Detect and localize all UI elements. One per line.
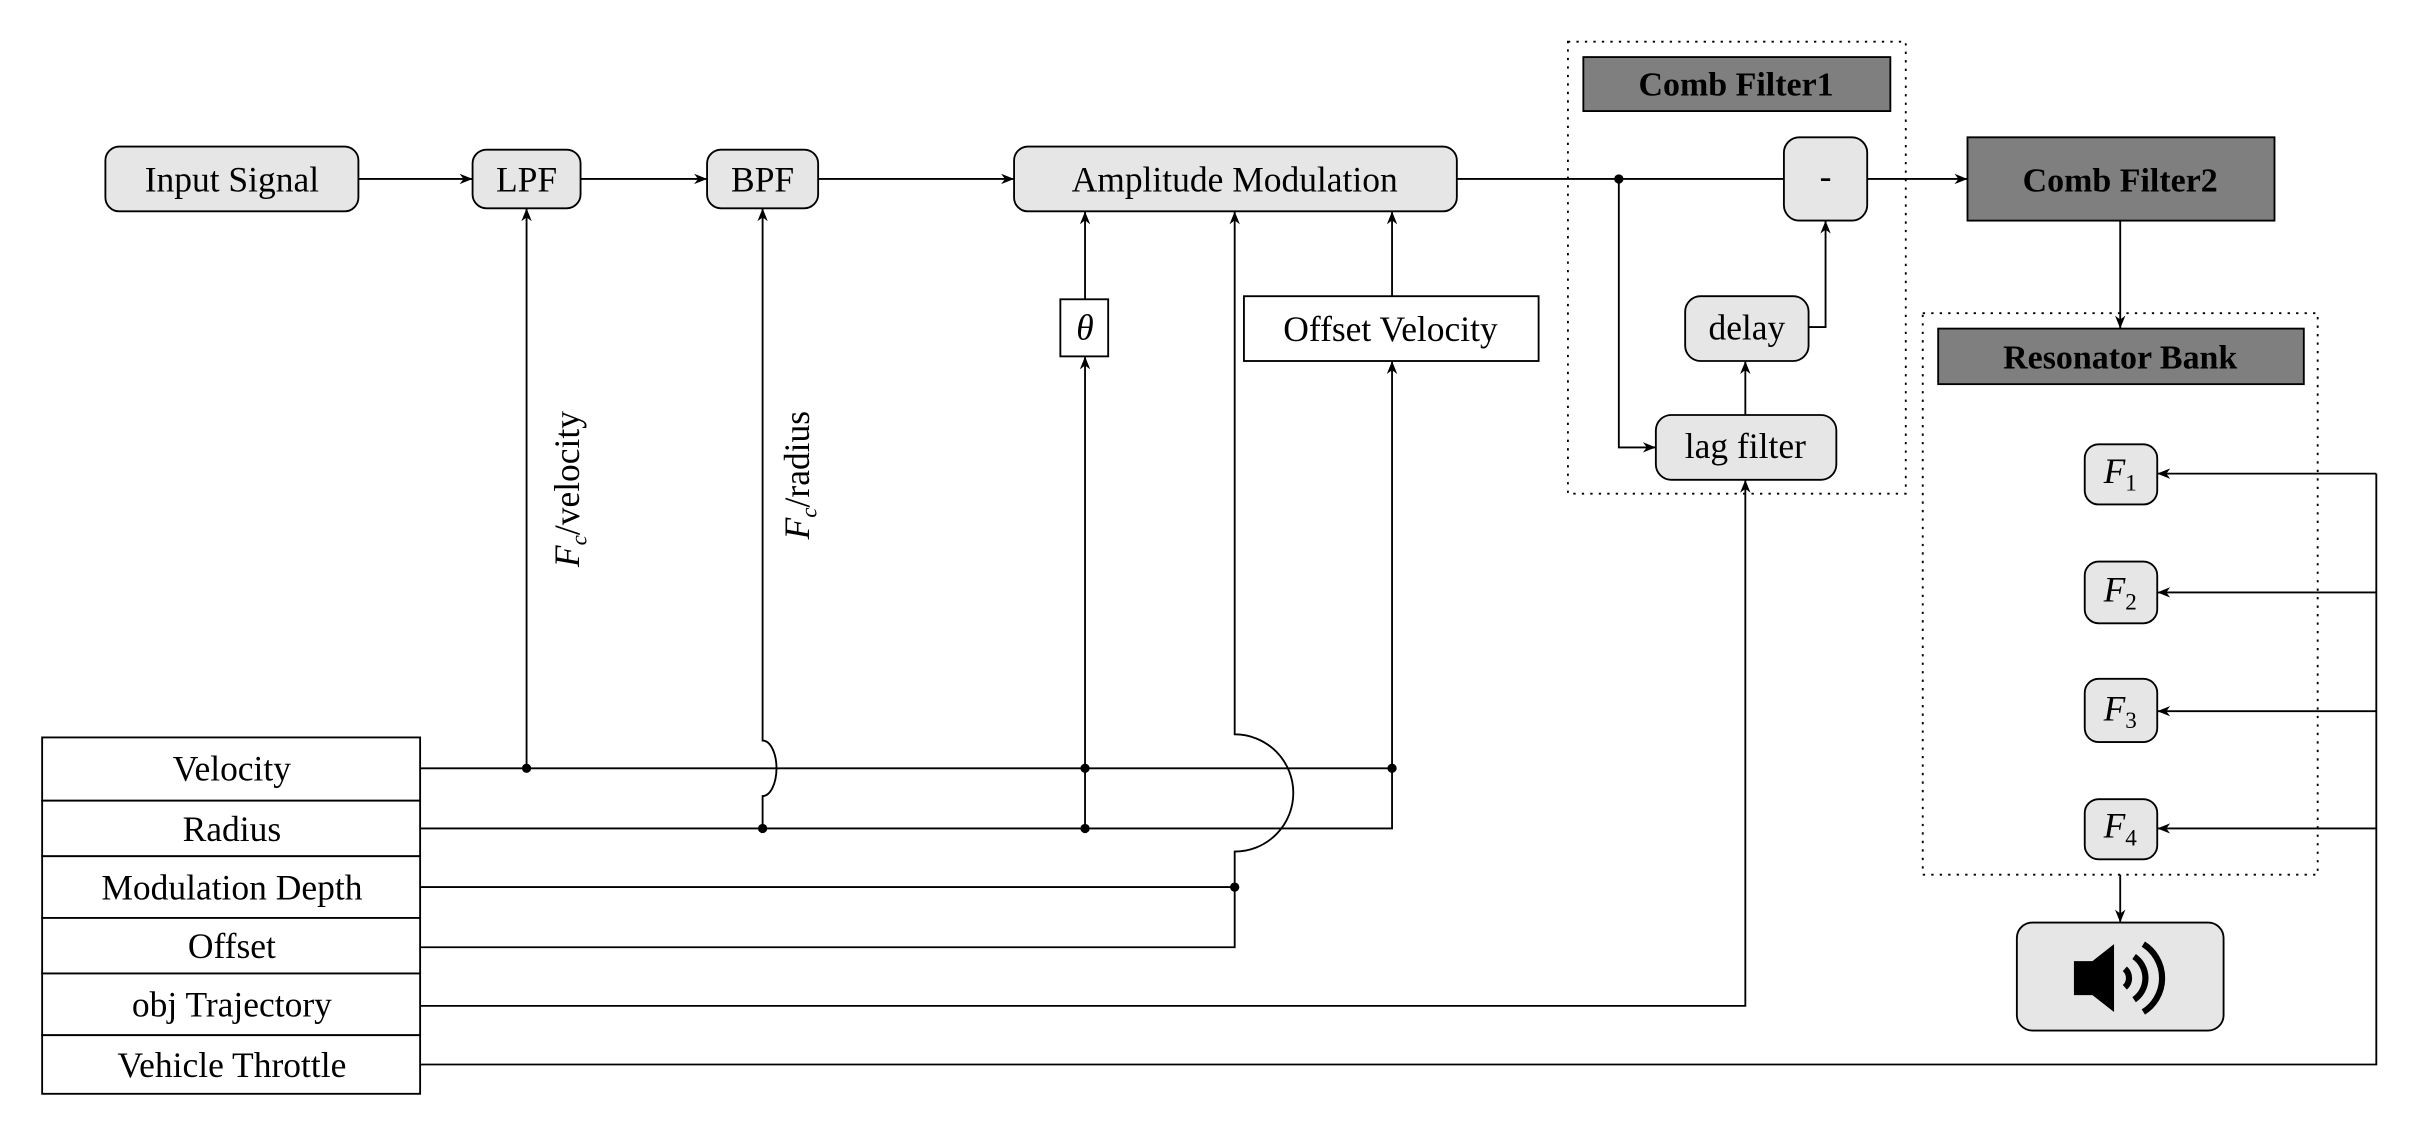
param-label: Offset (188, 926, 276, 966)
block-lpf: LPF (471, 148, 582, 210)
block-delay: delay (1684, 295, 1810, 362)
block-subtract: - (1782, 136, 1869, 222)
edge-delay-subtract (1808, 220, 1831, 328)
param-label: Velocity (173, 749, 291, 789)
comb-filter2-label: Comb Filter2 (2023, 162, 2218, 199)
edge-split-lag (1617, 178, 1656, 453)
junction-dot (1080, 763, 1090, 773)
bpf-control-label: Fc/radius (777, 411, 823, 540)
junction-dot (1230, 882, 1240, 892)
theta-label: θ (1076, 307, 1093, 347)
delay-label: delay (1708, 307, 1785, 347)
lpf-control-label: Fc/velocity (547, 411, 593, 568)
comb-filter1-label: Comb Filter1 (1639, 67, 1834, 104)
input-signal-label: Input Signal (145, 159, 320, 199)
junction-dot (1614, 174, 1624, 184)
comb-filter1-header: Comb Filter1 (1582, 56, 1892, 113)
edge-radius-bpf (757, 208, 778, 829)
resonator-bank-header: Resonator Bank (1937, 327, 2305, 386)
param-label: Radius (183, 809, 282, 849)
param-label: obj Trajectory (132, 985, 332, 1025)
param-label: Modulation Depth (101, 867, 362, 907)
block-theta: θ (1059, 298, 1110, 358)
signal-flow-diagram: Input Signal LPF BPF Amplitude Modulatio… (41, 40, 2378, 1095)
junction-dot (1387, 763, 1397, 773)
offset-velocity-label: Offset Velocity (1283, 309, 1498, 349)
block-offset-velocity: Offset Velocity (1243, 295, 1540, 362)
block-input-signal: Input Signal (104, 145, 360, 213)
edge-trajectory-lag (420, 479, 1751, 1007)
bpf-label: BPF (731, 159, 794, 199)
block-comb-filter2: Comb Filter2 (1966, 136, 2276, 222)
subtract-label: - (1820, 156, 1832, 196)
parameter-table: Velocity Radius Modulation Depth Offset … (41, 736, 422, 1095)
resonator-f3: F3 (2083, 677, 2159, 743)
junction-dot (521, 763, 532, 773)
amplitude-modulation-label: Amplitude Modulation (1072, 159, 1398, 199)
block-amplitude-modulation: Amplitude Modulation (1013, 145, 1458, 213)
resonator-f2: F2 (2083, 560, 2159, 625)
lpf-label: LPF (496, 159, 557, 199)
lag-filter-label: lag filter (1685, 426, 1806, 466)
offset-line (420, 887, 1236, 949)
resonator-bank-label: Resonator Bank (2003, 340, 2237, 377)
block-lag-filter: lag filter (1654, 414, 1838, 481)
junction-dots (521, 174, 1624, 892)
junction-dot (757, 823, 768, 834)
resonator-f1: F1 (2083, 443, 2159, 506)
junction-dot (1080, 823, 1090, 834)
param-label: Vehicle Throttle (117, 1045, 346, 1085)
block-bpf: BPF (706, 148, 820, 210)
block-output (2015, 921, 2225, 1032)
resonator-f4: F4 (2083, 798, 2159, 861)
